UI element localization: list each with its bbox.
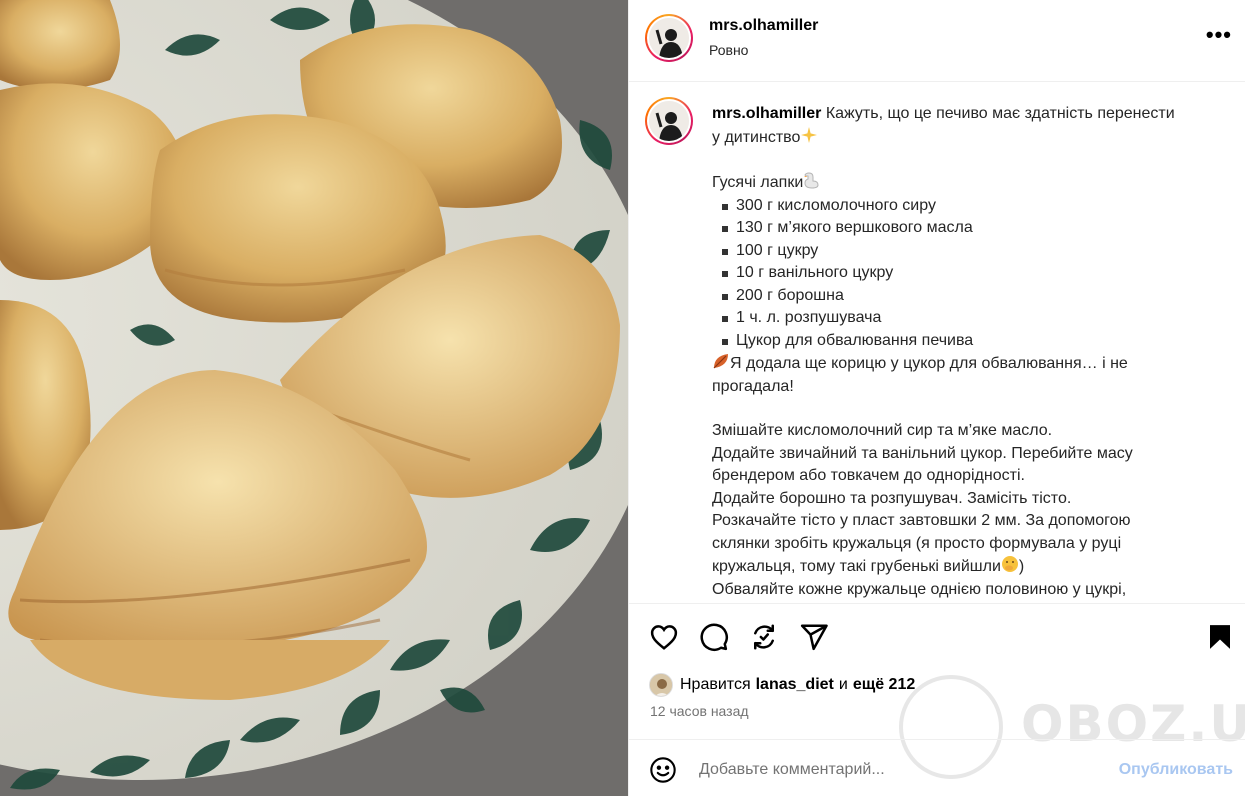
goose-icon (804, 172, 819, 189)
heart-icon[interactable] (649, 622, 679, 652)
sparkles-icon (801, 126, 818, 143)
likes-prefix: Нравится (680, 676, 751, 693)
post-side-panel: mrs.olhamiller Ровно ••• mrs.olhamiller … (628, 0, 1245, 796)
ingredient-item: 100 г цукру (722, 240, 1222, 263)
caption-note-line-1: Я додала ще корицю у цукор для обвалюван… (730, 355, 1128, 372)
send-icon[interactable] (799, 622, 829, 652)
caption-avatar-image (649, 101, 689, 141)
step-line: Змішайте кисломолочний сир та м’яке масл… (712, 422, 1053, 439)
step-line: кружальця, тому такі грубенькі вийшли (712, 558, 1001, 575)
cookies-on-plate-image (0, 0, 628, 796)
post-timestamp[interactable]: 12 часов назад (650, 703, 749, 719)
likes-others-count[interactable]: ещё 212 (853, 676, 915, 694)
likes-summary: Нравится lanas_diet и ещё 212 (649, 672, 915, 698)
caption-scroll-area[interactable]: mrs.olhamiller Кажуть, що це печиво має … (629, 83, 1245, 603)
ingredient-item: 200 г борошна (722, 285, 1222, 308)
caption-username[interactable]: mrs.olhamiller (712, 105, 821, 122)
emoji-picker-icon[interactable] (649, 756, 677, 784)
author-avatar[interactable] (645, 14, 693, 62)
step-line: Розкачайте тісто у пласт завтовшки 2 мм.… (712, 512, 1131, 529)
caption-intro-line-2: у дитинство (712, 128, 801, 146)
comment-input[interactable] (699, 752, 1099, 788)
author-username[interactable]: mrs.olhamiller (709, 17, 818, 35)
post-photo[interactable] (0, 0, 628, 796)
step-line: брендером або товкачем до однорідності. (712, 467, 1025, 484)
post-location[interactable]: Ровно (709, 42, 748, 58)
comment-bar: Опубликовать (629, 739, 1245, 796)
ingredient-item: 1 ч. л. розпушувача (722, 307, 1222, 330)
step-line: Додайте борошно та розпушувач. Замісіть … (712, 489, 1072, 507)
ingredient-item: 10 г ванільного цукру (722, 262, 1222, 285)
step-line-tail: ) (1018, 558, 1025, 575)
liker-avatar[interactable] (649, 673, 673, 697)
author-avatar-image (649, 18, 689, 58)
liker-username[interactable]: lanas_diet (756, 676, 834, 693)
caption-author-avatar[interactable] (645, 97, 693, 145)
comment-icon[interactable] (699, 622, 729, 652)
step-line: Додайте звичайний та ванільний цукор. Пе… (712, 444, 1133, 462)
ingredient-list: 300 г кисломолочного сиру 130 г м’якого … (712, 195, 1222, 353)
step-line: Обваляйте кожне кружальце однією половин… (712, 580, 1127, 598)
leaves-icon (713, 354, 728, 369)
post-caption: mrs.olhamiller Кажуть, що це печиво має … (712, 103, 1222, 601)
likes-middle: и (838, 676, 848, 693)
repost-icon[interactable] (749, 622, 779, 652)
publish-button[interactable]: Опубликовать (1119, 761, 1233, 779)
post-header: mrs.olhamiller Ровно ••• (629, 0, 1245, 82)
post-actions-bar (629, 603, 1245, 671)
ingredient-item: 300 г кисломолочного сиру (722, 195, 1222, 218)
caption-note-line-2: прогадала! (712, 377, 794, 395)
hand-over-mouth-emoji-icon (1001, 556, 1018, 572)
more-options-icon[interactable]: ••• (1206, 24, 1232, 46)
ingredient-item: 130 г м’якого вершкового масла (722, 217, 1222, 240)
step-line: склянки зробіть кружальця (я просто форм… (712, 534, 1122, 552)
ingredient-item: Цукор для обвалювання печива (722, 330, 1222, 353)
recipe-title: Гусячі лапки (712, 174, 804, 191)
caption-intro-line-1: Кажуть, що це печиво має здатність перен… (825, 105, 1175, 122)
bookmark-icon[interactable] (1205, 622, 1235, 652)
